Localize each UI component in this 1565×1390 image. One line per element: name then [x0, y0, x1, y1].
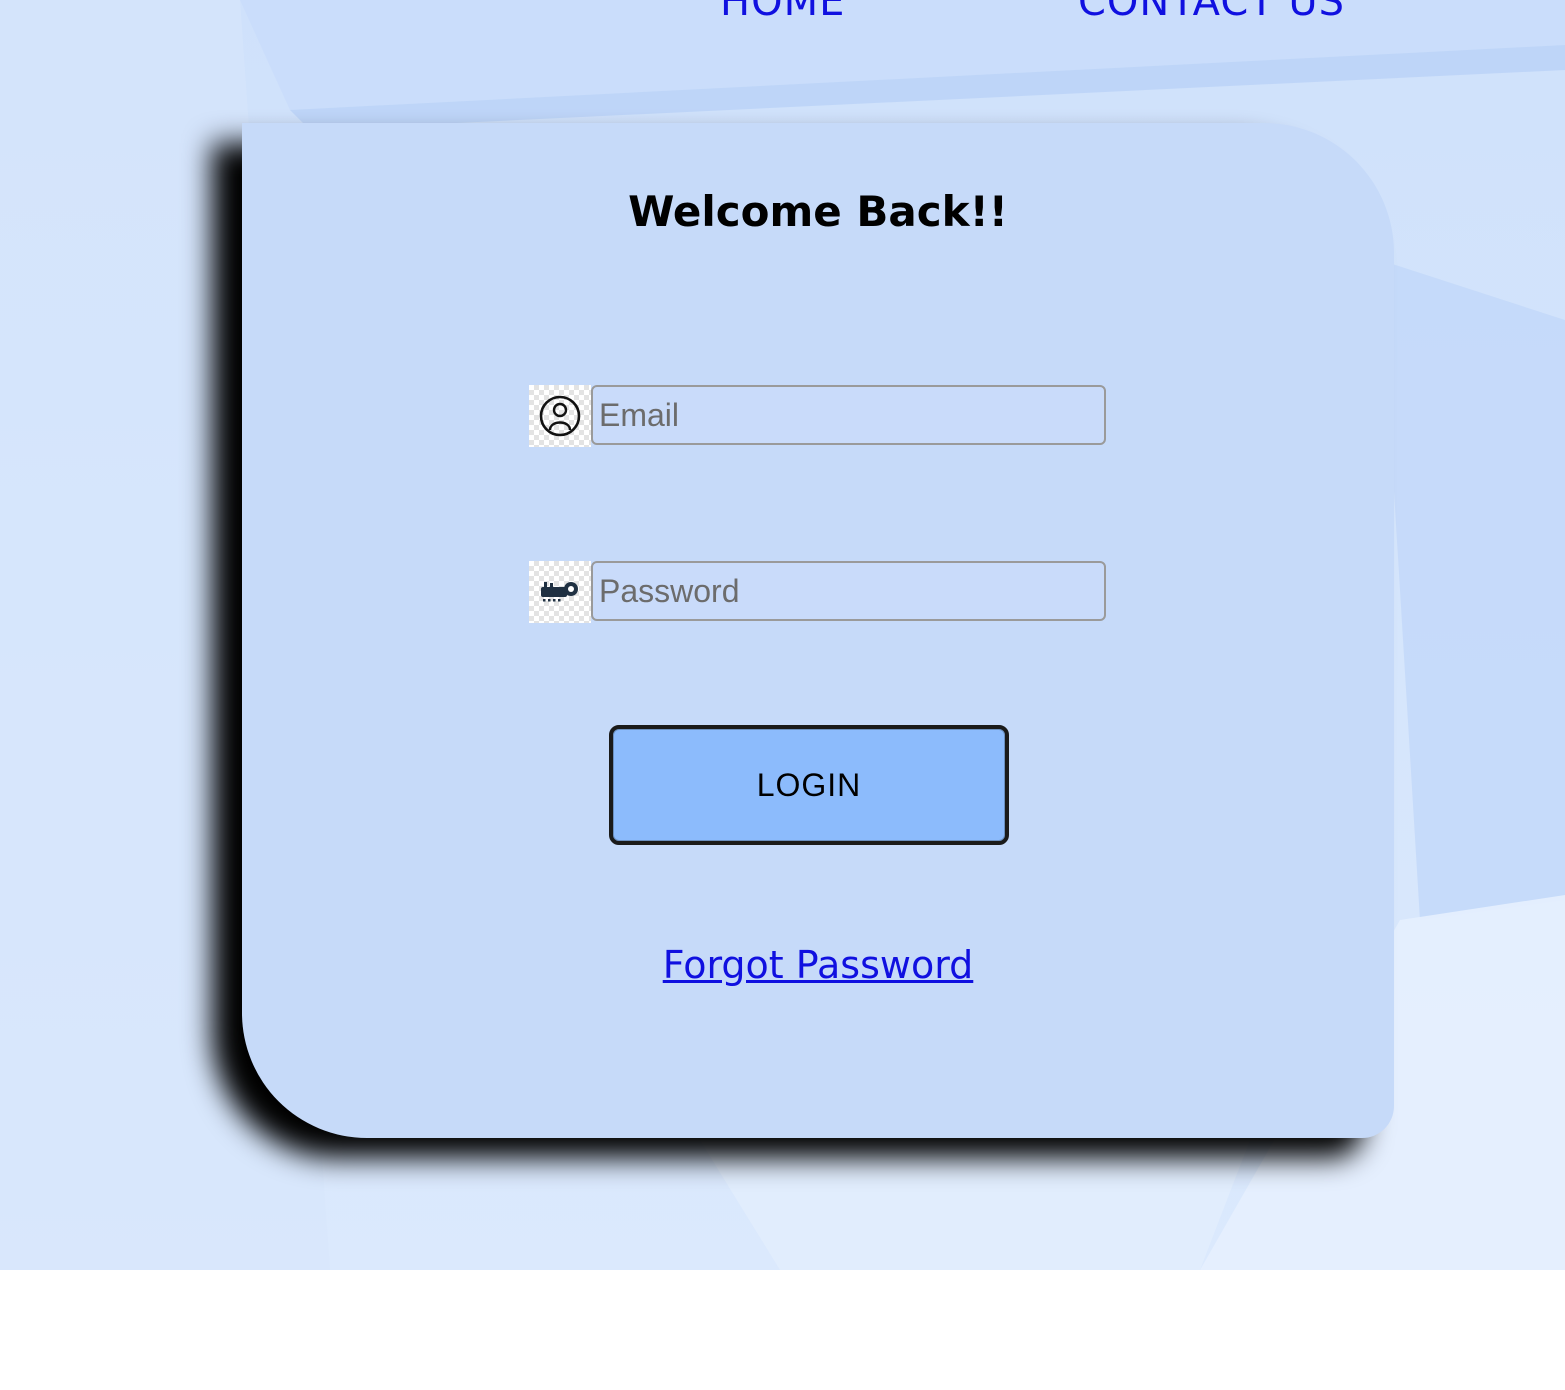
- password-field-group: [529, 561, 1106, 623]
- user-circle-icon: [529, 385, 591, 447]
- login-button[interactable]: LOGIN: [609, 725, 1009, 845]
- login-page: HOME CONTACT US Welcome Back!! Email LOG…: [0, 0, 1565, 1390]
- page-title: Welcome Back!!: [628, 187, 1008, 236]
- email-field-group: [529, 385, 1106, 447]
- email-input[interactable]: [591, 385, 1106, 445]
- password-input[interactable]: [591, 561, 1106, 621]
- forgot-password-container: Forgot Password: [242, 938, 1394, 992]
- nav-home-link[interactable]: HOME: [720, 0, 845, 26]
- key-icon: [529, 561, 591, 623]
- forgot-password-link[interactable]: Forgot Password: [663, 943, 974, 987]
- top-nav: HOME CONTACT US: [0, 0, 1565, 30]
- nav-contact-link[interactable]: CONTACT US: [1078, 0, 1345, 26]
